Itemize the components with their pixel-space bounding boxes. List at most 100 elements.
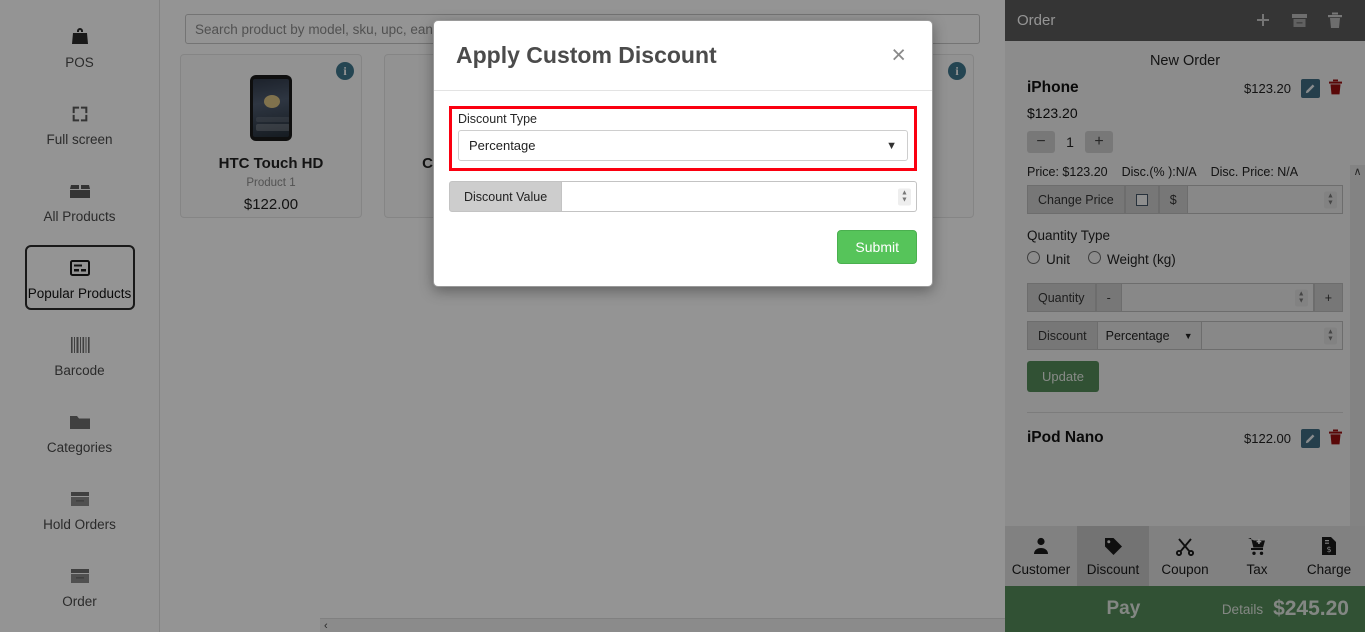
tool-coupon[interactable]: Coupon <box>1149 526 1221 586</box>
sidebar-item-label: Order <box>62 594 97 610</box>
close-icon[interactable]: × <box>887 43 910 68</box>
info-icon[interactable]: i <box>336 62 354 80</box>
sidebar-item-full-screen[interactable]: Full screen <box>25 91 135 156</box>
invoice-icon: $ <box>1320 536 1338 559</box>
tool-label: Charge <box>1307 562 1351 577</box>
spinner-icon[interactable]: ▲▼ <box>1324 327 1337 344</box>
sidebar-item-order[interactable]: Order <box>25 553 135 618</box>
cart-plus-icon <box>1247 536 1268 559</box>
radio-unit-circle[interactable] <box>1027 251 1040 264</box>
radio-unit[interactable]: Unit <box>1027 251 1070 267</box>
discount-type-label: Discount Type <box>458 112 908 126</box>
modal-body: Discount Type Percentage ▼ Discount Valu… <box>434 91 932 286</box>
change-price-label: Change Price <box>1027 185 1125 214</box>
sidebar-item-label: Popular Products <box>28 286 132 302</box>
change-price-input[interactable]: ▲▼ <box>1188 185 1343 214</box>
order-item-line-price: $123.20 <box>1244 81 1291 96</box>
order-header-title: Order <box>1017 12 1245 29</box>
delete-icon[interactable] <box>1328 429 1343 451</box>
tool-tax[interactable]: Tax <box>1221 526 1293 586</box>
discount-type-value: Percentage <box>1106 329 1170 343</box>
order-item: iPod Nano $122.00 <box>1027 429 1343 451</box>
qty-plus-button[interactable]: + <box>1085 131 1113 153</box>
tool-discount[interactable]: Discount <box>1077 526 1149 586</box>
tool-label: Customer <box>1012 562 1071 577</box>
sidebar-item-label: Full screen <box>46 132 112 148</box>
delete-icon[interactable] <box>1328 79 1343 101</box>
discount-type-value: Percentage <box>469 138 536 153</box>
tag-icon <box>1103 536 1123 559</box>
order-subtitle: New Order <box>1005 41 1365 79</box>
pay-bar[interactable]: Pay Details $245.20 <box>1005 586 1365 632</box>
tool-charge[interactable]: $ Charge <box>1293 526 1365 586</box>
discount-percent-label: Disc.(% ):N/A <box>1122 165 1197 179</box>
sidebar-item-all-products[interactable]: All Products <box>25 168 135 233</box>
edit-icon[interactable] <box>1301 79 1320 98</box>
chevron-down-icon: ▼ <box>886 140 897 152</box>
sidebar-item-label: POS <box>65 55 94 71</box>
scroll-up-icon[interactable]: ∧ <box>1353 165 1361 178</box>
order-item-name: iPod Nano <box>1027 429 1244 447</box>
order-panel: Order New Order iPhone $123.20 <box>1005 0 1365 632</box>
quantity-minus-button[interactable]: - <box>1096 283 1122 312</box>
sidebar-item-label: Categories <box>47 440 112 456</box>
quantity-type-radios: Unit Weight (kg) <box>1027 251 1343 267</box>
sidebar-item-categories[interactable]: Categories <box>25 399 135 464</box>
sidebar-item-hold-orders[interactable]: Hold Orders <box>25 476 135 541</box>
edit-icon[interactable] <box>1301 429 1320 448</box>
apply-custom-discount-dialog: Apply Custom Discount × Discount Type Pe… <box>433 20 933 287</box>
bag-icon <box>68 24 92 50</box>
order-vertical-scrollbar[interactable]: ∧ ∨ <box>1350 165 1365 526</box>
spinner-icon[interactable]: ▲▼ <box>1324 191 1337 208</box>
product-name: HTC Touch HD <box>219 155 324 172</box>
archive-icon[interactable] <box>1281 11 1317 30</box>
order-item-unit-price: $123.20 <box>1027 105 1343 121</box>
spinner-icon[interactable]: ▲▼ <box>1295 289 1308 306</box>
sidebar-item-popular-products[interactable]: Popular Products <box>25 245 135 310</box>
discount-type-select[interactable]: Percentage ▼ <box>1098 321 1202 350</box>
sidebar: POS Full screen All Products Popular Pro… <box>0 0 160 632</box>
change-price-group: Change Price $ ▲▼ <box>1027 185 1343 214</box>
quantity-group: Quantity - ▲▼ + <box>1027 283 1343 312</box>
scroll-left-icon[interactable]: ‹ <box>324 620 328 632</box>
radio-weight-circle[interactable] <box>1088 251 1101 264</box>
currency-symbol: $ <box>1159 185 1188 214</box>
inbox-icon <box>68 563 92 589</box>
radio-weight-label: Weight (kg) <box>1107 252 1176 267</box>
sidebar-item-barcode[interactable]: Barcode <box>25 322 135 387</box>
radio-weight[interactable]: Weight (kg) <box>1088 251 1176 267</box>
tool-customer[interactable]: Customer <box>1005 526 1077 586</box>
main-horizontal-scrollbar[interactable]: ‹ › <box>320 618 1005 632</box>
qty-minus-button[interactable]: − <box>1027 131 1055 153</box>
discount-group: Discount Percentage ▼ ▲▼ <box>1027 321 1343 350</box>
plus-icon[interactable] <box>1245 12 1281 30</box>
discount-label: Discount <box>1027 321 1098 350</box>
product-card[interactable]: i HTC Touch HD Product 1 $122.00 <box>180 54 362 218</box>
submit-button[interactable]: Submit <box>837 230 917 264</box>
change-price-checkbox[interactable] <box>1136 194 1148 206</box>
pay-label[interactable]: Pay <box>1005 598 1222 620</box>
spinner-icon[interactable]: ▲▼ <box>898 188 911 205</box>
trash-icon[interactable] <box>1317 11 1353 30</box>
discount-value-input[interactable]: ▲▼ <box>562 181 917 212</box>
tool-label: Tax <box>1246 562 1267 577</box>
discount-value-input[interactable]: ▲▼ <box>1202 321 1343 350</box>
update-button[interactable]: Update <box>1027 361 1099 392</box>
scissors-icon <box>1175 536 1195 559</box>
order-item-line-price: $122.00 <box>1244 431 1291 446</box>
tool-label: Coupon <box>1161 562 1208 577</box>
details-label[interactable]: Details <box>1222 602 1263 617</box>
discount-type-select[interactable]: Percentage ▼ <box>458 130 908 161</box>
tool-label: Discount <box>1087 562 1140 577</box>
barcode-icon <box>68 332 92 358</box>
fullscreen-icon <box>69 101 91 127</box>
quantity-input[interactable]: ▲▼ <box>1122 283 1314 312</box>
discount-type-highlight: Discount Type Percentage ▼ <box>449 106 917 171</box>
order-item-price-summary: Price: $123.20 Disc.(% ):N/A Disc. Price… <box>1027 165 1343 179</box>
sidebar-item-label: Hold Orders <box>43 517 116 533</box>
phone-thumbnail <box>250 69 292 141</box>
info-icon[interactable]: i <box>948 62 966 80</box>
inbox-icon <box>68 486 92 512</box>
quantity-plus-button[interactable]: + <box>1314 283 1343 312</box>
sidebar-item-pos[interactable]: POS <box>25 14 135 79</box>
